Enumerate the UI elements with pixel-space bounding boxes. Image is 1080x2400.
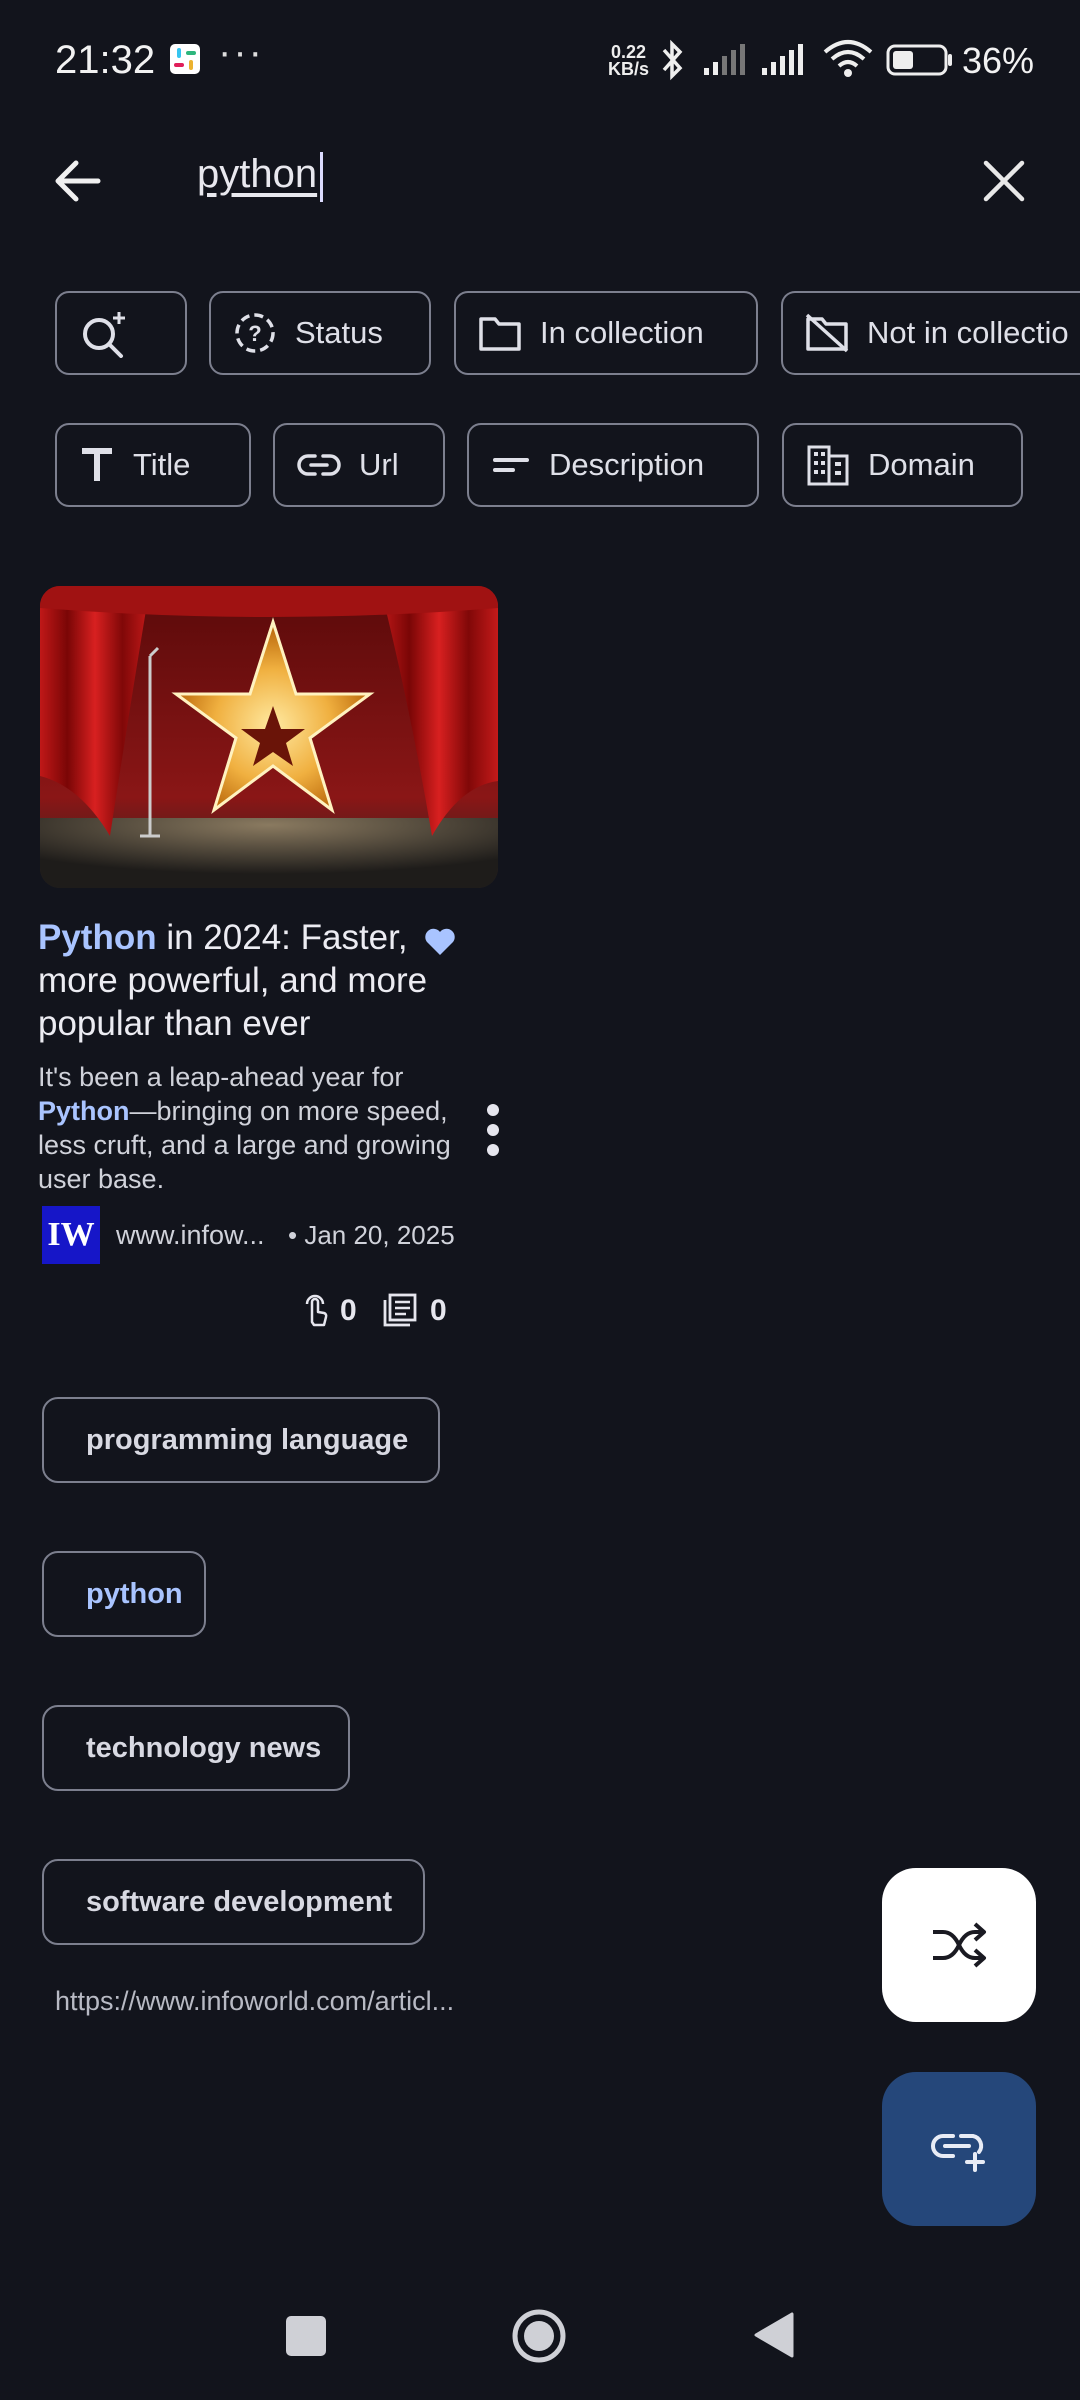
battery-percent: 36% [962, 40, 1035, 81]
click-count-icon [305, 1294, 328, 1327]
link-preview-image[interactable] [40, 586, 498, 888]
description-field-label: Description [549, 447, 705, 482]
status-time: 21:32 [55, 38, 156, 82]
shuffle-icon [933, 1922, 986, 1968]
back-nav-button[interactable] [752, 2310, 794, 2360]
clear-search-icon[interactable] [980, 157, 1028, 205]
title-highlight: Python [38, 918, 157, 957]
not-in-collection-label: Not in collectio [867, 315, 1069, 350]
domain-field-chip[interactable]: Domain [782, 423, 1023, 507]
in-collection-label: In collection [540, 315, 704, 350]
tag-chip[interactable]: programming language [42, 1397, 440, 1483]
add-link-icon [931, 2134, 985, 2172]
home-button[interactable] [511, 2308, 567, 2364]
status-filter-label: Status [295, 315, 383, 350]
tag-chip[interactable]: software development [42, 1859, 425, 1945]
link-description: It's been a leap-ahead year for Python—b… [38, 1062, 451, 1194]
title-icon [82, 448, 112, 481]
text-cursor [320, 152, 323, 202]
status-question-icon: ? [235, 313, 275, 353]
more-options-icon[interactable] [480, 1102, 506, 1158]
domain-field-label: Domain [868, 447, 975, 482]
link-url[interactable]: https://www.infoworld.com/articl... [55, 1986, 454, 2017]
link-icon [297, 454, 341, 476]
back-arrow-icon[interactable] [50, 154, 104, 208]
tag-chip-highlighted[interactable]: python [42, 1551, 206, 1637]
signal-1-icon [704, 44, 745, 75]
url-field-chip[interactable]: Url [273, 423, 445, 507]
click-count: 0 [340, 1294, 357, 1327]
site-favicon: IW [42, 1206, 100, 1264]
add-link-button[interactable] [882, 2072, 1036, 2226]
battery-icon [886, 44, 952, 76]
favorite-heart-icon[interactable] [424, 928, 456, 956]
signal-2-icon [762, 44, 803, 75]
domain-icon [807, 445, 849, 486]
search-plus-icon [83, 312, 125, 358]
tag-chip[interactable]: technology news [42, 1705, 350, 1791]
wifi-icon [823, 40, 873, 77]
link-title[interactable]: Python in 2024: Faster, more powerful, a… [38, 916, 458, 1045]
net-speed: 0.22 KB/s [608, 42, 650, 79]
not-in-collection-chip[interactable]: Not in collectio [781, 291, 1080, 375]
in-collection-chip[interactable]: In collection [454, 291, 758, 375]
svg-text:?: ? [248, 321, 261, 346]
description-field-chip[interactable]: Description [467, 423, 759, 507]
status-filter-chip[interactable]: ? Status [209, 291, 431, 375]
notes-count-icon [383, 1293, 417, 1327]
advanced-search-chip[interactable] [55, 291, 187, 375]
notes-count: 0 [430, 1294, 447, 1327]
title-field-label: Title [133, 447, 191, 482]
search-input[interactable]: python [197, 152, 317, 197]
url-field-label: Url [359, 447, 399, 482]
shuffle-button[interactable] [882, 1868, 1036, 2022]
description-icon [493, 458, 529, 472]
folder-icon [479, 317, 521, 351]
link-domain: www.infow... [116, 1220, 265, 1250]
title-field-chip[interactable]: Title [55, 423, 251, 507]
recents-button[interactable] [286, 2316, 326, 2356]
link-date: • Jan 20, 2025 [288, 1220, 455, 1250]
slack-icon [170, 44, 200, 74]
folder-off-icon [805, 313, 849, 353]
bluetooth-icon [662, 39, 683, 81]
more-notifications-icon: ··· [218, 30, 264, 74]
